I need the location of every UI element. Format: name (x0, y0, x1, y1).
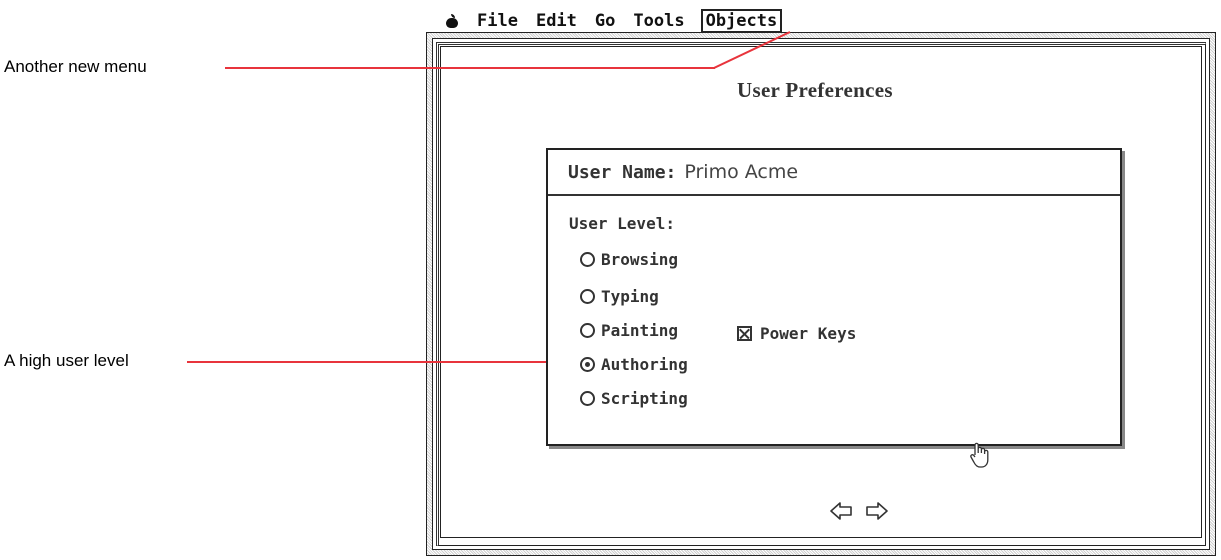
radio-label: Browsing (601, 250, 679, 269)
radio-painting[interactable]: Painting (580, 321, 678, 340)
radio-typing[interactable]: Typing (580, 287, 659, 306)
radio-label: Authoring (601, 355, 688, 374)
radio-label: Typing (601, 287, 659, 306)
power-keys-label: Power Keys (760, 324, 857, 343)
callout-menu-label: Another new menu (4, 57, 147, 76)
checkbox-checked-icon (737, 326, 752, 341)
radio-button-icon (580, 323, 595, 338)
menu-go[interactable]: Go (593, 10, 617, 32)
menu-file[interactable]: File (475, 10, 520, 32)
radio-browsing[interactable]: Browsing (580, 250, 678, 269)
user-level-label: User Level: (569, 214, 675, 233)
user-name-field[interactable]: Primo Acme (684, 161, 798, 183)
radio-label: Scripting (601, 389, 688, 408)
menu-edit[interactable]: Edit (534, 10, 579, 32)
dialog-title: User Preferences (737, 78, 893, 102)
radio-authoring[interactable]: Authoring (580, 355, 688, 374)
user-preferences-dialog: User Name: Primo Acme User Level: Browsi… (546, 148, 1122, 446)
left-arrow-icon[interactable] (829, 501, 853, 521)
radio-scripting[interactable]: Scripting (580, 389, 688, 408)
user-name-row: User Name: Primo Acme (548, 150, 1120, 196)
hand-cursor-icon (970, 442, 989, 468)
user-name-label: User Name: (568, 161, 677, 183)
radio-label: Painting (601, 321, 679, 340)
radio-button-icon (580, 391, 595, 406)
radio-button-icon (580, 252, 595, 267)
callout-level-label: A high user level (4, 351, 129, 370)
callout-menu-leader (714, 31, 791, 69)
radio-button-icon (580, 289, 595, 304)
callout-level-line (187, 361, 577, 363)
power-keys-checkbox[interactable]: Power Keys (737, 324, 856, 343)
callout-menu-line (225, 67, 715, 69)
radio-button-selected-icon (580, 357, 595, 372)
card-navigation (829, 501, 889, 521)
right-arrow-icon[interactable] (865, 501, 889, 521)
menu-tools[interactable]: Tools (631, 10, 686, 32)
apple-icon[interactable] (445, 14, 459, 28)
